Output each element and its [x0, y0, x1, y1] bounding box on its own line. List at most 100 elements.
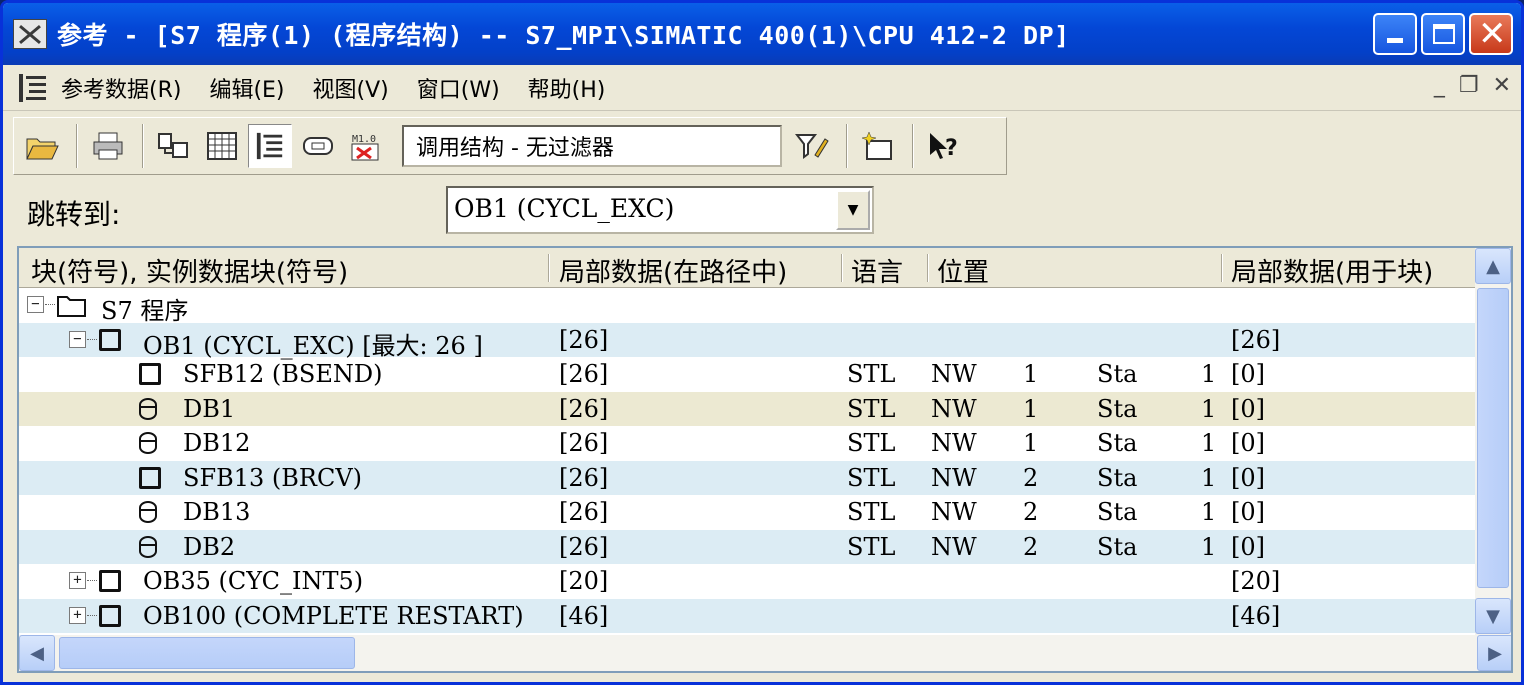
location-statement-number: 1 — [1201, 463, 1217, 492]
menu-reference-data[interactable]: 参考数据(R) — [61, 72, 181, 104]
language: STL — [847, 394, 896, 423]
column-divider[interactable] — [841, 254, 843, 282]
language: STL — [847, 498, 896, 526]
app-icon — [13, 19, 47, 49]
vertical-scrollbar[interactable]: ▲ ▼ — [1475, 248, 1511, 635]
table-header: 块(符号), 实例数据块(符号) 局部数据(在路径中) 语言 位置 局部数据(用… — [19, 248, 1477, 288]
local-data-block: [0] — [1231, 429, 1265, 457]
block-name: OB100 (COMPLETE RESTART) — [143, 601, 524, 630]
table-row[interactable]: SFB12 (BSEND) [26] STL NW 1 Sta 1 [0] — [19, 357, 1477, 392]
toolbar-separator — [142, 124, 144, 168]
table-row[interactable]: + OB100 (COMPLETE RESTART) [46] [46] — [19, 598, 1477, 633]
collapse-icon[interactable]: − — [69, 330, 86, 348]
col-header-local-block[interactable]: 局部数据(用于块) — [1231, 252, 1433, 289]
col-header-local-path[interactable]: 局部数据(在路径中) — [559, 252, 787, 289]
local-data-path: [26] — [559, 429, 609, 457]
table-row[interactable]: DB1 [26] STL NW 1 Sta 1 [0] — [19, 391, 1477, 426]
jump-combobox[interactable]: OB1 (CYCL_EXC) ▼ — [446, 186, 874, 234]
new-window-button[interactable] — [856, 124, 900, 168]
scroll-left-icon[interactable]: ◀ — [19, 635, 55, 671]
horizontal-scroll-thumb[interactable] — [59, 637, 355, 669]
language: STL — [847, 463, 896, 492]
scroll-up-icon[interactable]: ▲ — [1475, 248, 1511, 284]
expand-icon[interactable]: + — [69, 606, 86, 624]
menu-view[interactable]: 视图(V) — [313, 72, 389, 104]
block-name: SFB12 (BSEND) — [183, 360, 383, 388]
local-data-path: [26] — [559, 463, 609, 492]
collapse-icon[interactable]: − — [27, 296, 44, 313]
toolbar-separator — [846, 124, 848, 168]
local-data-block: [0] — [1231, 360, 1265, 388]
unused-symbols-button[interactable]: M1.0 — [344, 124, 388, 168]
filter-button[interactable] — [790, 124, 834, 168]
table-row[interactable]: − OB1 (CYCL_EXC) [最大: 26 ] [26] [26] — [19, 322, 1477, 360]
block-icon — [99, 604, 121, 627]
table-row[interactable]: DB2 [26] STL NW 2 Sta 1 [0] — [19, 529, 1477, 564]
cross-reference-button[interactable] — [152, 124, 196, 168]
col-header-location[interactable]: 位置 — [937, 252, 989, 289]
title-bar[interactable]: 参考 - [S7 程序(1) (程序结构) -- S7_MPI\SIMATIC … — [3, 3, 1521, 65]
filter-display: 调用结构 - 无过滤器 — [402, 125, 782, 167]
local-data-path: [20] — [559, 567, 609, 595]
db-icon — [139, 432, 157, 454]
horizontal-scrollbar[interactable]: ◀ ▶ — [19, 635, 1511, 671]
vertical-scroll-thumb[interactable] — [1477, 288, 1509, 588]
menu-bar: 参考数据(R) 编辑(E) 视图(V) 窗口(W) 帮助(H) _ ❐ ✕ — [3, 65, 1521, 111]
call-structure-icon — [256, 132, 283, 160]
column-divider[interactable] — [548, 254, 550, 282]
help-icon: ? — [930, 133, 958, 161]
scroll-down-icon[interactable]: ▼ — [1475, 598, 1511, 634]
tree-connector — [87, 580, 97, 581]
local-data-block: [0] — [1231, 463, 1265, 492]
dependency-structure-button[interactable] — [296, 124, 340, 168]
close-button[interactable]: ✕ — [1469, 13, 1513, 55]
open-button[interactable] — [20, 124, 64, 168]
local-data-path: [26] — [559, 360, 609, 388]
folder-icon — [57, 296, 86, 317]
minimize-icon — [1387, 38, 1403, 43]
minimize-button[interactable] — [1373, 13, 1417, 55]
local-data-path: [26] — [559, 498, 609, 526]
menu-edit[interactable]: 编辑(E) — [209, 72, 284, 104]
tree-connector — [87, 338, 97, 340]
maximize-icon — [1433, 24, 1455, 44]
location-network-number: 1 — [1023, 394, 1039, 423]
dropdown-arrow-icon[interactable]: ▼ — [836, 190, 870, 230]
menu-help[interactable]: 帮助(H) — [528, 72, 606, 104]
context-help-button[interactable]: ? — [922, 124, 966, 168]
language: STL — [847, 532, 896, 561]
mdi-restore-icon[interactable]: ❐ — [1459, 73, 1479, 98]
table-row[interactable]: DB12 [26] STL NW 1 Sta 1 [0] — [19, 426, 1477, 461]
mdi-minimize-icon[interactable]: _ — [1434, 73, 1445, 98]
table-row[interactable]: DB13 [26] STL NW 2 Sta 1 [0] — [19, 495, 1477, 530]
call-structure-button[interactable] — [248, 124, 292, 168]
local-data-block: [0] — [1231, 394, 1265, 423]
location-statement-number: 1 — [1201, 498, 1217, 526]
list-icon — [207, 132, 237, 160]
block-name: DB1 — [183, 394, 236, 423]
menu-window[interactable]: 窗口(W) — [417, 72, 500, 104]
assignment-list-button[interactable] — [200, 124, 244, 168]
column-divider[interactable] — [1221, 254, 1223, 282]
jump-row: 跳转到: OB1 (CYCL_EXC) ▼ — [3, 179, 1521, 243]
block-name: OB1 (CYCL_EXC) [最大: 26 ] — [143, 331, 483, 360]
local-data-block: [0] — [1231, 532, 1265, 561]
column-divider[interactable] — [927, 254, 929, 282]
table-row[interactable]: + OB35 (CYC_INT5) [20] [20] — [19, 564, 1477, 599]
scroll-right-icon[interactable]: ▶ — [1477, 635, 1511, 671]
mdi-close-icon[interactable]: ✕ — [1493, 73, 1511, 98]
maximize-button[interactable] — [1421, 13, 1465, 55]
table-row[interactable]: SFB13 (BRCV) [26] STL NW 2 Sta 1 [0] — [19, 460, 1477, 495]
print-button[interactable] — [86, 124, 130, 168]
close-icon: ✕ — [1478, 14, 1507, 54]
table-row[interactable]: − S7 程序 — [19, 288, 1477, 325]
call-structure-table: 块(符号), 实例数据块(符号) 局部数据(在路径中) 语言 位置 局部数据(用… — [17, 246, 1513, 673]
svg-text:M1.0: M1.0 — [352, 134, 376, 145]
expand-icon[interactable]: + — [69, 572, 86, 589]
col-header-block[interactable]: 块(符号), 实例数据块(符号) — [31, 252, 348, 289]
unused-symbols-icon: M1.0 — [351, 134, 379, 161]
document-icon[interactable] — [17, 72, 49, 104]
col-header-language[interactable]: 语言 — [851, 252, 903, 289]
block-name: OB35 (CYC_INT5) — [143, 567, 364, 595]
location-network-number: 2 — [1023, 532, 1039, 561]
